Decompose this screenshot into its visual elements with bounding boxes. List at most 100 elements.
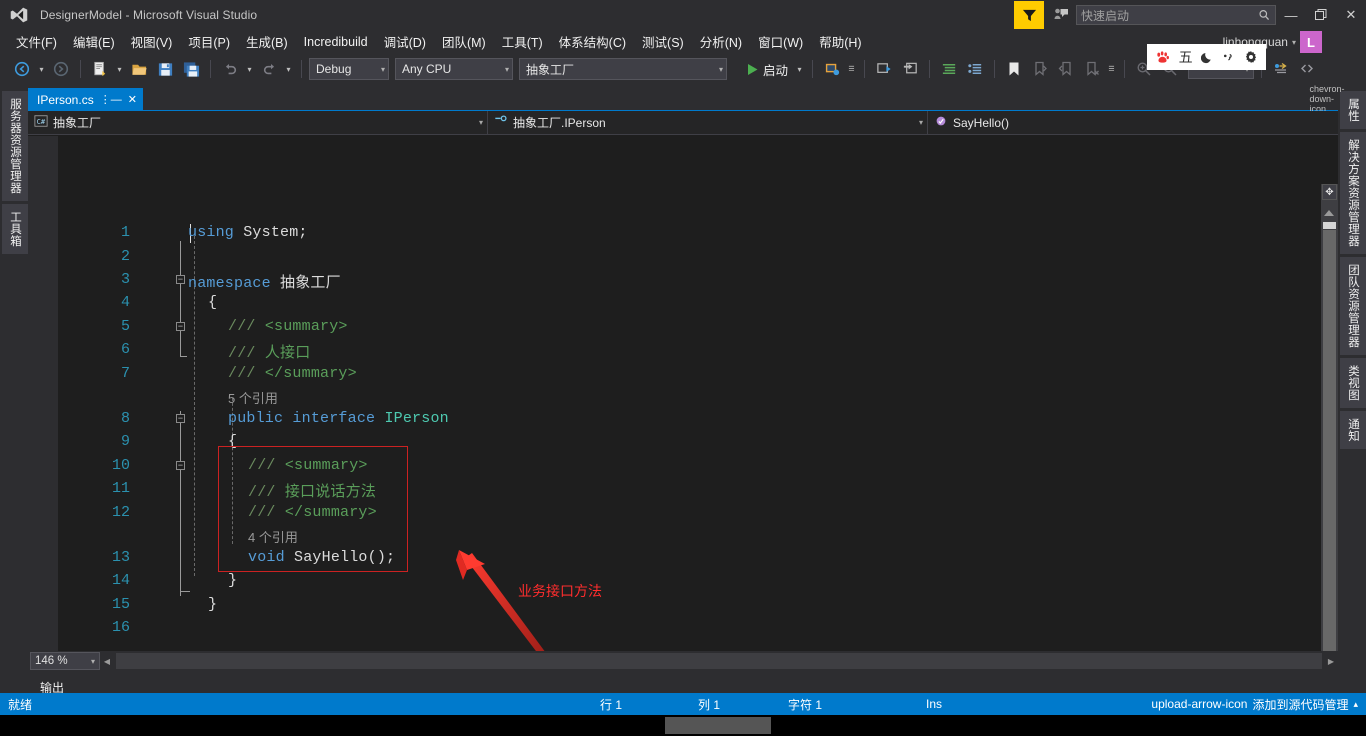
menu-item-edit[interactable]: 编辑(E) bbox=[65, 29, 123, 54]
sidebar-item-server-explorer[interactable]: 服务器资源管理器 bbox=[2, 91, 28, 201]
document-tab-iperson[interactable]: IPerson.cs ⋮— ✕ bbox=[28, 88, 143, 111]
navbar-project-dropdown[interactable]: C# 抽象工厂 ▾ bbox=[28, 110, 488, 135]
close-icon[interactable]: ✕ bbox=[128, 93, 137, 106]
code-line[interactable]: namespace 抽象工厂 bbox=[188, 271, 341, 292]
start-debug-caret[interactable]: ▾ bbox=[794, 58, 805, 80]
close-button[interactable]: ✕ bbox=[1336, 0, 1366, 30]
navigate-back-caret[interactable]: ▾ bbox=[36, 58, 47, 80]
comment-selection-icon[interactable] bbox=[937, 57, 961, 81]
codelens-reference-count[interactable]: 5 个引用 bbox=[228, 388, 278, 407]
new-project-icon[interactable] bbox=[88, 57, 112, 81]
taskbar-preview-thumbnail[interactable] bbox=[665, 717, 771, 734]
gear-icon[interactable] bbox=[1244, 50, 1258, 64]
scroll-left-arrow-icon[interactable]: ◀ bbox=[100, 657, 114, 666]
quick-launch-input[interactable]: 快速启动 bbox=[1076, 5, 1276, 25]
chevron-down-icon[interactable]: ▾ bbox=[499, 65, 509, 74]
code-line[interactable]: /// <summary> bbox=[228, 318, 348, 335]
bookmark-icon[interactable] bbox=[1002, 57, 1026, 81]
chevron-down-icon[interactable]: ▾ bbox=[375, 65, 385, 74]
menu-item-analyze[interactable]: 分析(N) bbox=[692, 29, 750, 54]
navbar-type-dropdown[interactable]: 抽象工厂.IPerson ▾ bbox=[488, 110, 928, 135]
chevron-down-icon[interactable]: ▾ bbox=[479, 118, 483, 127]
chevron-down-icon[interactable]: chevron-down-icon bbox=[1310, 84, 1345, 114]
sidebar-item-class-view[interactable]: 类视图 bbox=[1340, 358, 1366, 408]
code-line[interactable]: /// </summary> bbox=[228, 365, 357, 382]
chevron-up-icon[interactable]: ▴ bbox=[1353, 699, 1358, 710]
outline-collapse-icon[interactable]: − bbox=[176, 322, 185, 332]
new-project-caret[interactable]: ▾ bbox=[114, 58, 125, 80]
menu-item-team[interactable]: 团队(M) bbox=[434, 29, 494, 54]
code-line[interactable]: } bbox=[228, 572, 237, 589]
menu-item-build[interactable]: 生成(B) bbox=[238, 29, 296, 54]
code-line[interactable]: void SayHello(); bbox=[248, 549, 395, 566]
scrollbar-thumb[interactable] bbox=[1323, 230, 1336, 651]
redo-caret[interactable]: ▾ bbox=[283, 58, 294, 80]
punctuation-icon[interactable] bbox=[1222, 51, 1235, 64]
menu-item-debug[interactable]: 调试(D) bbox=[376, 29, 434, 54]
maximize-button[interactable] bbox=[1306, 0, 1336, 30]
menu-item-incredibuild[interactable]: Incredibuild bbox=[296, 32, 376, 52]
pin-icon[interactable]: ⋮— bbox=[100, 93, 122, 106]
save-icon[interactable] bbox=[153, 57, 177, 81]
code-editor-surface[interactable]: 1 using System; 2 3 namespace 抽象工厂 4 {5 /// <su… bbox=[28, 136, 1338, 651]
undo-icon[interactable] bbox=[218, 57, 242, 81]
start-debug-button[interactable]: 启动 bbox=[743, 57, 792, 81]
code-line[interactable]: } bbox=[208, 596, 217, 613]
editor-vertical-scrollbar[interactable]: ✥ bbox=[1321, 184, 1338, 651]
code-line[interactable]: /// 人接口 bbox=[228, 341, 310, 362]
chevron-down-icon[interactable]: ▾ bbox=[713, 65, 723, 74]
split-view-icon[interactable]: ✥ bbox=[1322, 184, 1337, 200]
previous-bookmark-icon[interactable] bbox=[1054, 57, 1078, 81]
save-all-icon[interactable] bbox=[179, 57, 203, 81]
code-line[interactable]: public interface IPerson bbox=[228, 410, 449, 427]
undo-caret[interactable]: ▾ bbox=[244, 58, 255, 80]
menu-item-architecture[interactable]: 体系结构(C) bbox=[551, 29, 634, 54]
navbar-member-dropdown[interactable]: SayHello() bbox=[928, 111, 1338, 135]
outline-collapse-icon[interactable]: − bbox=[176, 461, 185, 471]
code-line[interactable]: /// <summary> bbox=[248, 457, 368, 474]
menu-item-file[interactable]: 文件(F) bbox=[8, 29, 65, 54]
solution-platform-dropdown[interactable]: Any CPU ▾ bbox=[395, 58, 513, 80]
redo-icon[interactable] bbox=[257, 57, 281, 81]
outline-collapse-icon[interactable]: − bbox=[176, 275, 185, 285]
chevron-down-icon[interactable]: ▾ bbox=[919, 118, 923, 127]
uncomment-selection-icon[interactable] bbox=[963, 57, 987, 81]
refactor-icon[interactable] bbox=[1269, 57, 1293, 81]
scroll-right-arrow-icon[interactable]: ▶ bbox=[1324, 657, 1338, 666]
feedback-icon[interactable] bbox=[1048, 1, 1074, 29]
menu-item-view[interactable]: 视图(V) bbox=[123, 29, 181, 54]
sidebar-item-notifications[interactable]: 通知 bbox=[1340, 411, 1366, 449]
step-over-icon[interactable] bbox=[872, 57, 896, 81]
moon-icon[interactable] bbox=[1200, 51, 1214, 64]
sidebar-item-team-explorer[interactable]: 团队资源管理器 bbox=[1340, 257, 1366, 355]
sidebar-item-solution-explorer[interactable]: 解决方案资源管理器 bbox=[1340, 132, 1366, 254]
codelens-reference-count[interactable]: 4 个引用 bbox=[248, 527, 298, 546]
scroll-up-arrow-icon[interactable] bbox=[1324, 210, 1334, 216]
status-source-control-button[interactable]: upload-arrow-icon 添加到源代码管理 ▴ bbox=[1151, 696, 1358, 713]
code-line[interactable]: /// </summary> bbox=[248, 504, 377, 521]
zoom-level-dropdown[interactable]: 146 % ▾ bbox=[30, 652, 100, 670]
breakpoint-gutter[interactable] bbox=[28, 136, 58, 651]
minimize-button[interactable]: — bbox=[1276, 0, 1306, 30]
menu-item-tools[interactable]: 工具(T) bbox=[494, 29, 551, 54]
chevron-down-icon[interactable]: ▾ bbox=[91, 657, 95, 666]
menu-item-help[interactable]: 帮助(H) bbox=[811, 29, 869, 54]
code-line[interactable]: using System; bbox=[188, 224, 308, 241]
step-into-icon[interactable] bbox=[898, 57, 922, 81]
code-line[interactable]: { bbox=[228, 433, 237, 450]
code-line[interactable]: { bbox=[208, 294, 217, 311]
bookmark-overflow-caret[interactable]: ☰ bbox=[1106, 58, 1117, 80]
chevron-down-icon[interactable]: ▾ bbox=[1292, 38, 1296, 47]
menu-item-test[interactable]: 测试(S) bbox=[634, 29, 692, 54]
solution-configuration-dropdown[interactable]: Debug ▾ bbox=[309, 58, 389, 80]
attach-process-caret[interactable]: ☰ bbox=[846, 58, 857, 80]
menu-item-window[interactable]: 窗口(W) bbox=[750, 29, 811, 54]
startup-project-dropdown[interactable]: 抽象工厂 ▾ bbox=[519, 58, 727, 80]
sidebar-item-toolbox[interactable]: 工具箱 bbox=[2, 204, 28, 254]
avatar[interactable]: L bbox=[1300, 31, 1322, 53]
outline-collapse-icon[interactable]: − bbox=[176, 414, 185, 424]
ime-toolbar[interactable]: 五 bbox=[1147, 44, 1266, 70]
baidu-paw-icon[interactable] bbox=[1155, 50, 1170, 65]
ime-mode-label[interactable]: 五 bbox=[1179, 47, 1193, 67]
clear-bookmarks-icon[interactable] bbox=[1080, 57, 1104, 81]
